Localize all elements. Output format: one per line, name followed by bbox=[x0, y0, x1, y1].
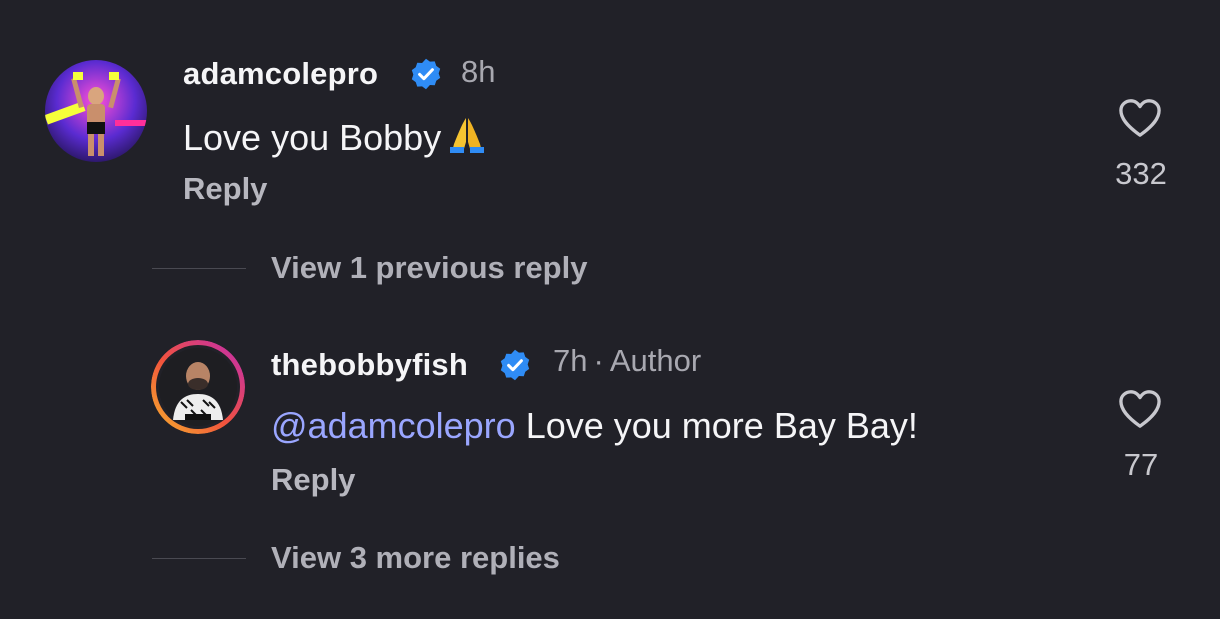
view-more-replies-link[interactable]: View 3 more replies bbox=[271, 540, 560, 576]
avatar-adamcolepro[interactable] bbox=[45, 60, 147, 162]
view-previous-replies-link[interactable]: View 1 previous reply bbox=[271, 250, 587, 286]
comments-panel: adamcolepro 8h Love you Bobby Reply 332 … bbox=[0, 0, 1220, 619]
meta-separator: · bbox=[593, 343, 604, 378]
like-count: 332 bbox=[1115, 156, 1167, 191]
verified-badge-icon bbox=[500, 349, 530, 381]
comment-username[interactable]: adamcolepro bbox=[183, 56, 378, 92]
reply-timestamp: 7h bbox=[553, 343, 588, 378]
author-badge: Author bbox=[609, 343, 702, 378]
like-count: 77 bbox=[1123, 447, 1159, 482]
comment-body: Love you Bobby bbox=[183, 117, 442, 158]
reply-username[interactable]: thebobbyfish bbox=[271, 347, 468, 383]
reply-meta: 7h · Author bbox=[553, 343, 701, 379]
mention-handle: @adamcolepro bbox=[271, 405, 516, 446]
comment-timestamp: 8h bbox=[461, 54, 496, 89]
thread-divider bbox=[152, 558, 246, 559]
folded-hands-icon bbox=[449, 114, 485, 163]
heart-icon[interactable] bbox=[1117, 97, 1163, 139]
reply-text: @adamcolepro Love you more Bay Bay! bbox=[271, 405, 918, 447]
mention-link[interactable]: @adamcolepro bbox=[271, 405, 516, 446]
comment-text: Love you Bobby bbox=[183, 114, 485, 163]
avatar-thebobbyfish[interactable] bbox=[151, 340, 245, 434]
reply-button[interactable]: Reply bbox=[183, 171, 267, 207]
heart-icon[interactable] bbox=[1117, 388, 1163, 430]
thread-divider bbox=[152, 268, 246, 269]
reply-button[interactable]: Reply bbox=[271, 462, 355, 498]
reply-body: Love you more Bay Bay! bbox=[525, 405, 918, 446]
verified-badge-icon bbox=[411, 58, 441, 90]
